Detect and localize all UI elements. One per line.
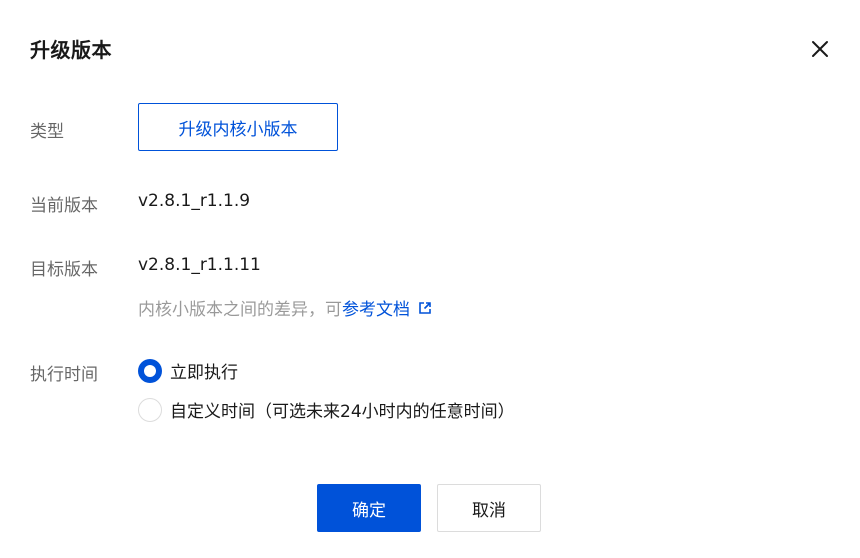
confirm-button-label: 确定: [352, 500, 386, 521]
radio-option-label: 立即执行: [170, 363, 238, 383]
confirm-button[interactable]: 确定: [317, 484, 421, 532]
cancel-button-label: 取消: [472, 500, 506, 521]
radio-unchecked-icon[interactable]: [138, 397, 162, 422]
hint-text: 内核小版本之间的差异，可: [138, 300, 342, 320]
target-version-value: v2.8.1_r1.1.11: [138, 255, 261, 275]
reference-doc-link[interactable]: 参考文档: [342, 295, 432, 320]
target-version-label: 目标版本: [30, 260, 98, 280]
radio-option-immediate[interactable]: 立即执行: [138, 358, 238, 383]
dialog-title: 升级版本: [30, 38, 112, 62]
version-diff-hint: 内核小版本之间的差异，可 参考文档: [138, 295, 432, 320]
execution-time-label: 执行时间: [30, 365, 98, 385]
upgrade-version-dialog: 升级版本 类型 升级内核小版本 当前版本 v2.8.1_r1.1.9 目标版本 …: [0, 0, 860, 558]
cancel-button[interactable]: 取消: [437, 484, 541, 532]
radio-checked-icon[interactable]: [138, 358, 162, 383]
radio-option-custom-time[interactable]: 自定义时间（可选未来24小时内的任意时间）: [138, 397, 515, 422]
type-option-button[interactable]: 升级内核小版本: [138, 103, 338, 151]
current-version-label: 当前版本: [30, 196, 98, 216]
close-icon[interactable]: [808, 37, 832, 61]
current-version-value: v2.8.1_r1.1.9: [138, 191, 251, 211]
type-option-label: 升级内核小版本: [178, 119, 298, 140]
radio-option-label: 自定义时间（可选未来24小时内的任意时间）: [170, 402, 515, 422]
reference-doc-link-label: 参考文档: [342, 300, 410, 320]
type-label: 类型: [30, 122, 64, 142]
external-link-icon: [419, 301, 431, 314]
